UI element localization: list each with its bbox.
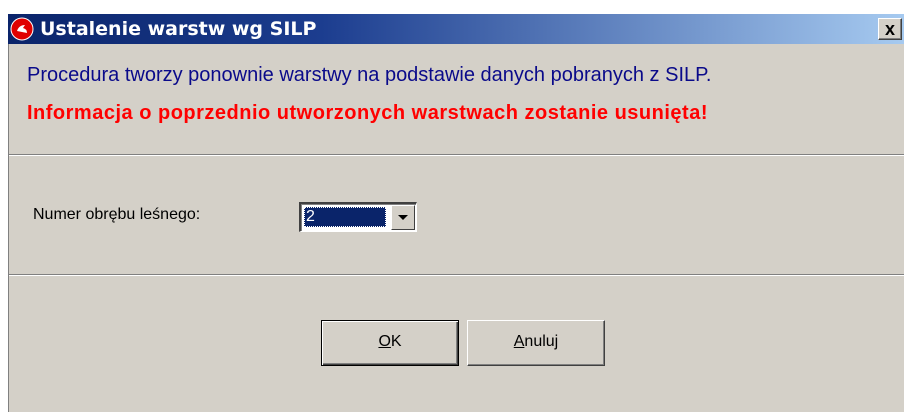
dialog-window: Ustalenie warstw wg SILP x Procedura two… — [0, 0, 904, 412]
separator-bottom — [9, 274, 904, 276]
ok-button[interactable]: OK — [321, 320, 459, 366]
warning-message: Informacja o poprzednio utworzonych wars… — [27, 102, 708, 124]
separator-top — [9, 154, 904, 156]
district-label: Numer obrębu leśnego: — [33, 206, 201, 223]
window-title: Ustalenie warstw wg SILP — [40, 18, 317, 40]
dialog-body: Procedura tworzy ponownie warstwy na pod… — [8, 44, 904, 412]
cancel-mnemonic: A — [513, 333, 525, 350]
title-bar[interactable]: Ustalenie warstw wg SILP x — [8, 14, 904, 44]
cancel-button[interactable]: Anuluj — [467, 320, 605, 366]
cancel-label-rest: nuluj — [524, 333, 559, 350]
close-button[interactable]: x — [878, 18, 902, 40]
close-icon: x — [884, 19, 895, 39]
app-icon — [10, 17, 34, 41]
district-selected-value[interactable]: 2 — [304, 207, 386, 227]
ok-label-rest: K — [390, 333, 402, 350]
district-combobox[interactable]: 2 — [299, 202, 417, 232]
dropdown-arrow-icon[interactable] — [391, 205, 415, 230]
ok-mnemonic: O — [378, 333, 391, 350]
info-message: Procedura tworzy ponownie warstwy na pod… — [27, 64, 712, 86]
